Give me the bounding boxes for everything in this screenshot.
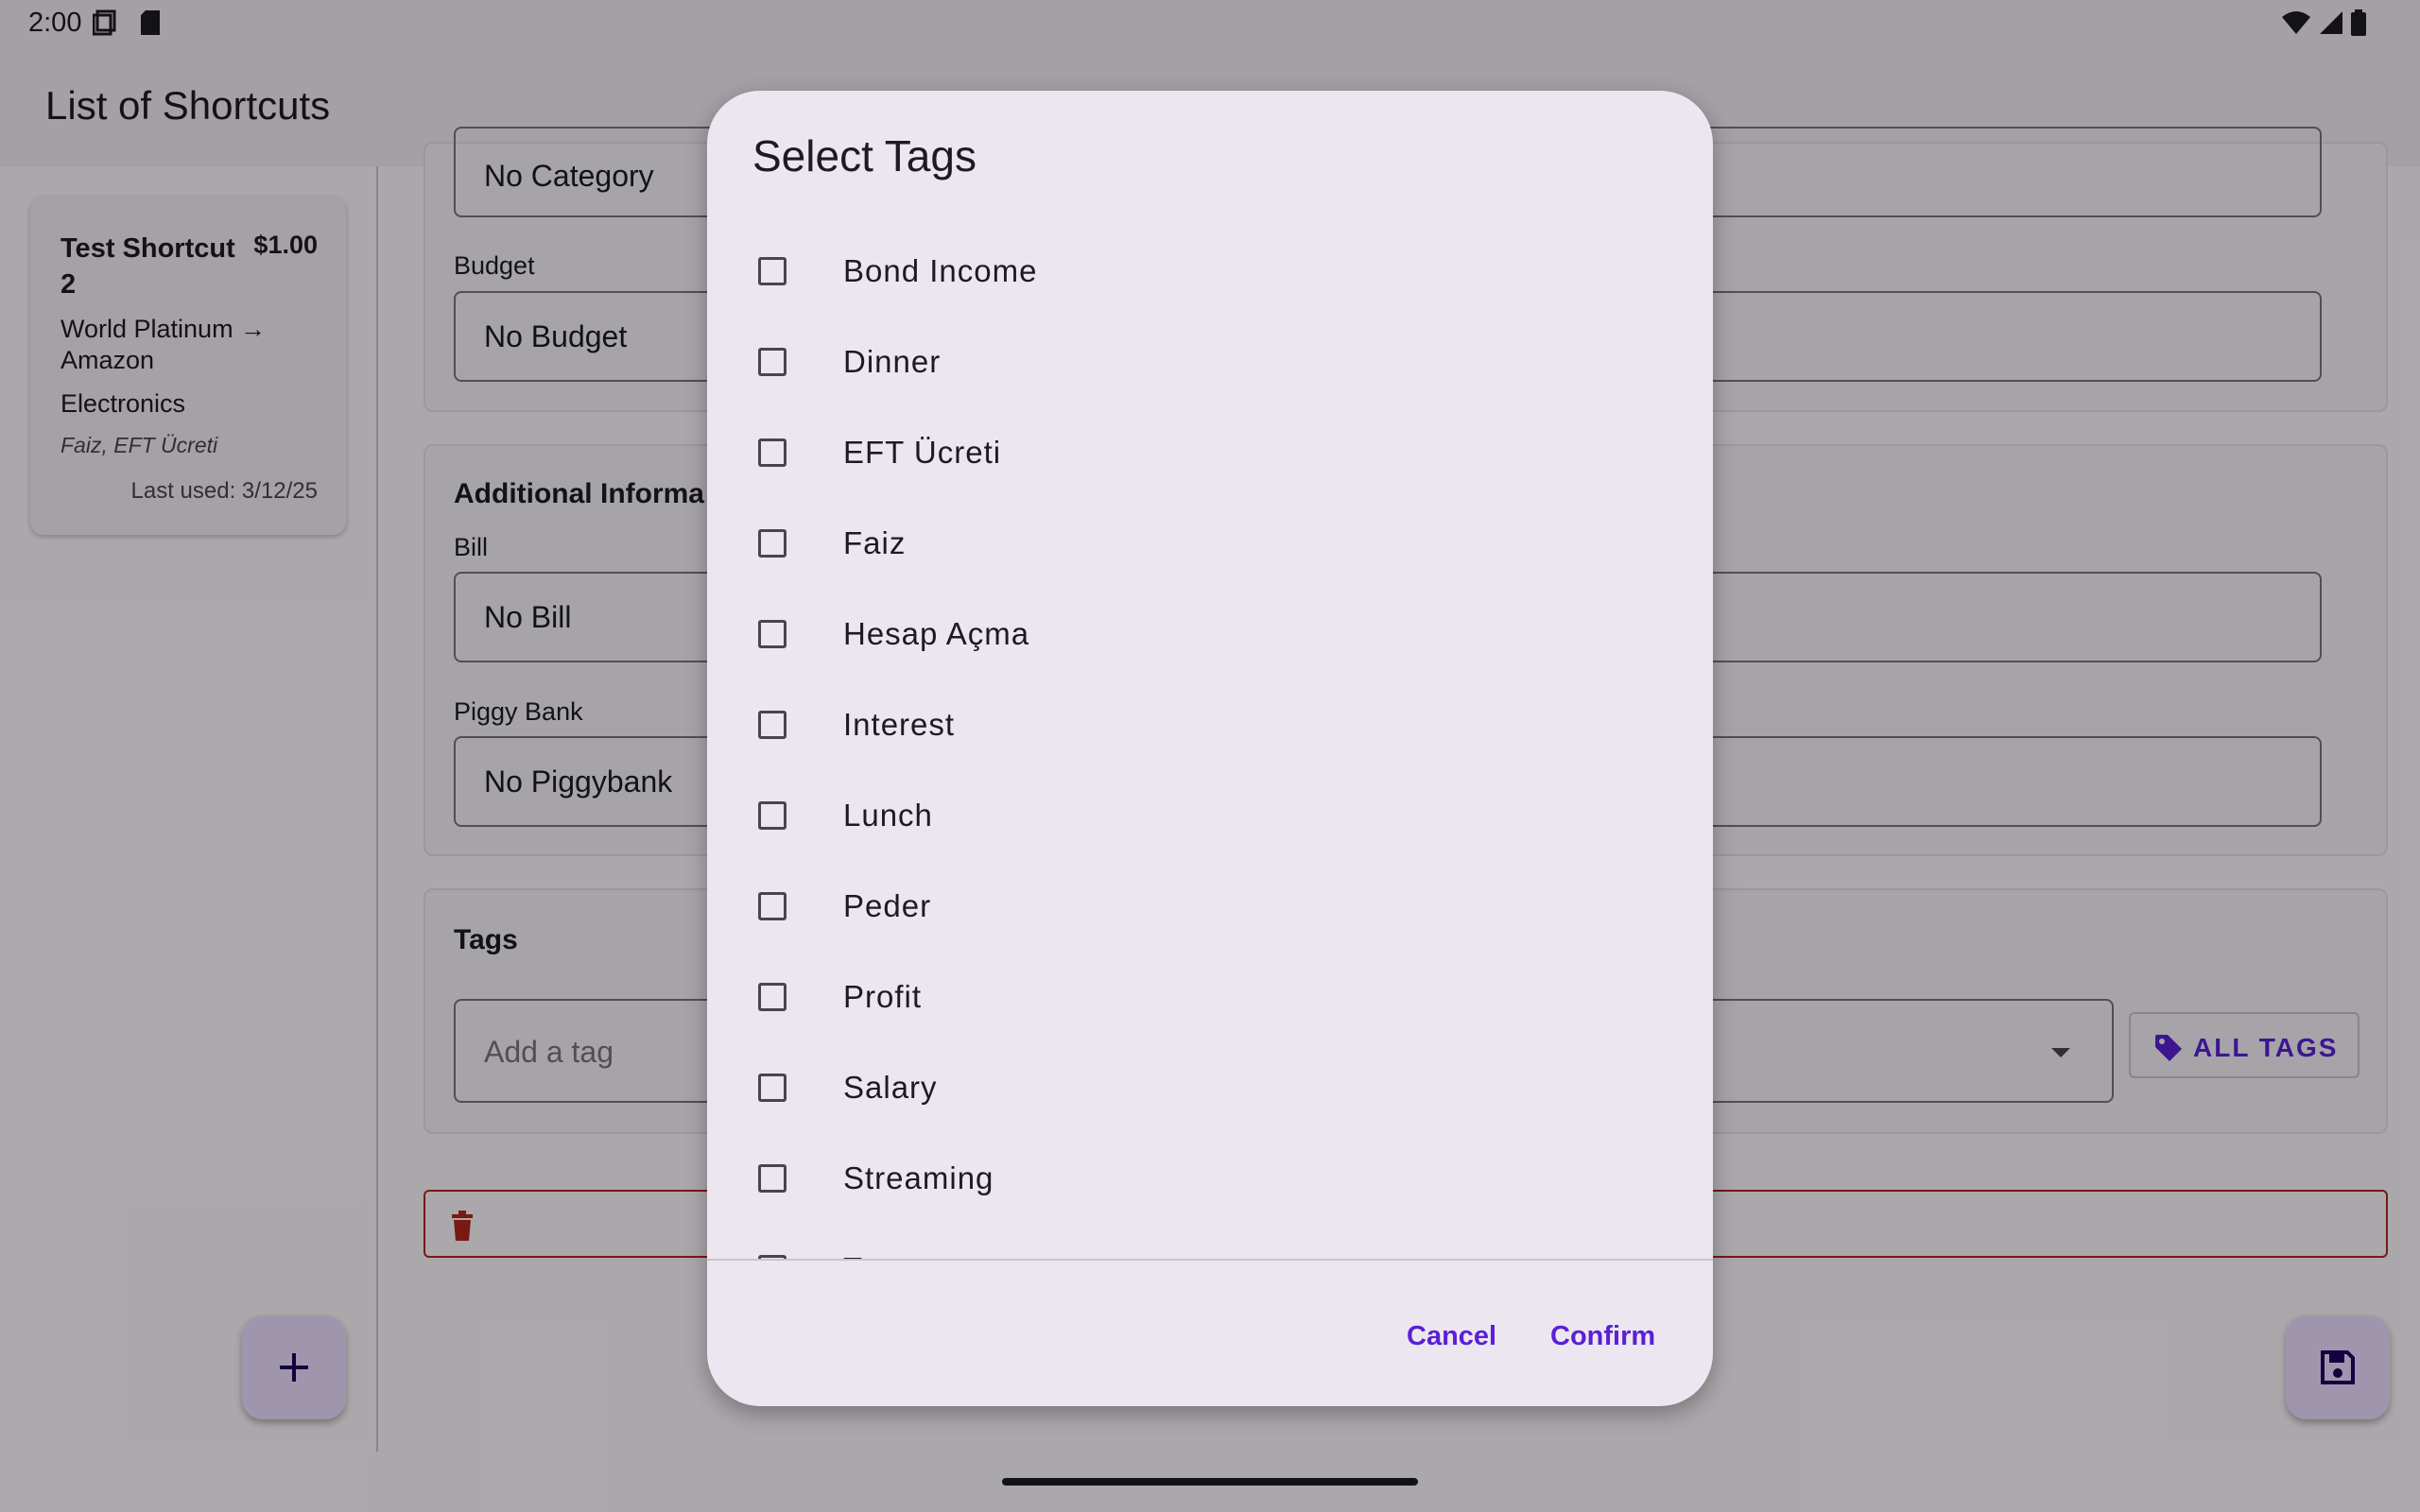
tag-option-label: EFT Ücreti (843, 435, 1002, 470)
checkbox[interactable] (758, 257, 786, 285)
tag-option[interactable]: Peder (707, 860, 1713, 951)
tag-option[interactable]: Lunch (707, 769, 1713, 860)
select-tags-dialog: Select Tags Bond Income Dinner EFT Ücret… (707, 91, 1713, 1406)
checkbox[interactable] (758, 801, 786, 830)
checkbox[interactable] (758, 892, 786, 920)
tag-option[interactable]: Salary (707, 1041, 1713, 1132)
checkbox[interactable] (758, 1074, 786, 1102)
checkbox[interactable] (758, 711, 786, 739)
dialog-divider (707, 1259, 1713, 1261)
tag-option-label: Bond Income (843, 253, 1038, 288)
tag-option[interactable]: Interest (707, 679, 1713, 769)
confirm-button[interactable]: Confirm (1550, 1321, 1655, 1352)
checkbox[interactable] (758, 983, 786, 1011)
tag-option-label: Tax (843, 1251, 894, 1259)
tag-option[interactable]: Tax (707, 1223, 1713, 1259)
tag-options-list[interactable]: Bond Income Dinner EFT Ücreti Faiz Hesap… (707, 225, 1713, 1259)
tag-option-label: Interest (843, 707, 956, 742)
checkbox[interactable] (758, 348, 786, 376)
tag-option[interactable]: Bond Income (707, 225, 1713, 316)
dialog-title: Select Tags (752, 131, 977, 180)
checkbox[interactable] (758, 1164, 786, 1193)
tag-option[interactable]: Profit (707, 951, 1713, 1041)
tag-option-label: Hesap Açma (843, 616, 1030, 651)
tag-option-label: Profit (843, 979, 923, 1014)
checkbox[interactable] (758, 620, 786, 648)
tag-option-label: Dinner (843, 344, 942, 379)
cancel-button[interactable]: Cancel (1407, 1321, 1496, 1352)
tag-option[interactable]: Hesap Açma (707, 588, 1713, 679)
tag-option-label: Salary (843, 1070, 938, 1105)
tag-option[interactable]: EFT Ücreti (707, 406, 1713, 497)
checkbox[interactable] (758, 438, 786, 467)
tag-option[interactable]: Dinner (707, 316, 1713, 406)
tag-option-label: Lunch (843, 798, 933, 833)
tag-option[interactable]: Streaming (707, 1132, 1713, 1223)
tag-option-label: Faiz (843, 525, 907, 560)
tag-option-label: Peder (843, 888, 932, 923)
checkbox[interactable] (758, 529, 786, 558)
tag-option[interactable]: Faiz (707, 497, 1713, 588)
tag-option-label: Streaming (843, 1160, 994, 1195)
